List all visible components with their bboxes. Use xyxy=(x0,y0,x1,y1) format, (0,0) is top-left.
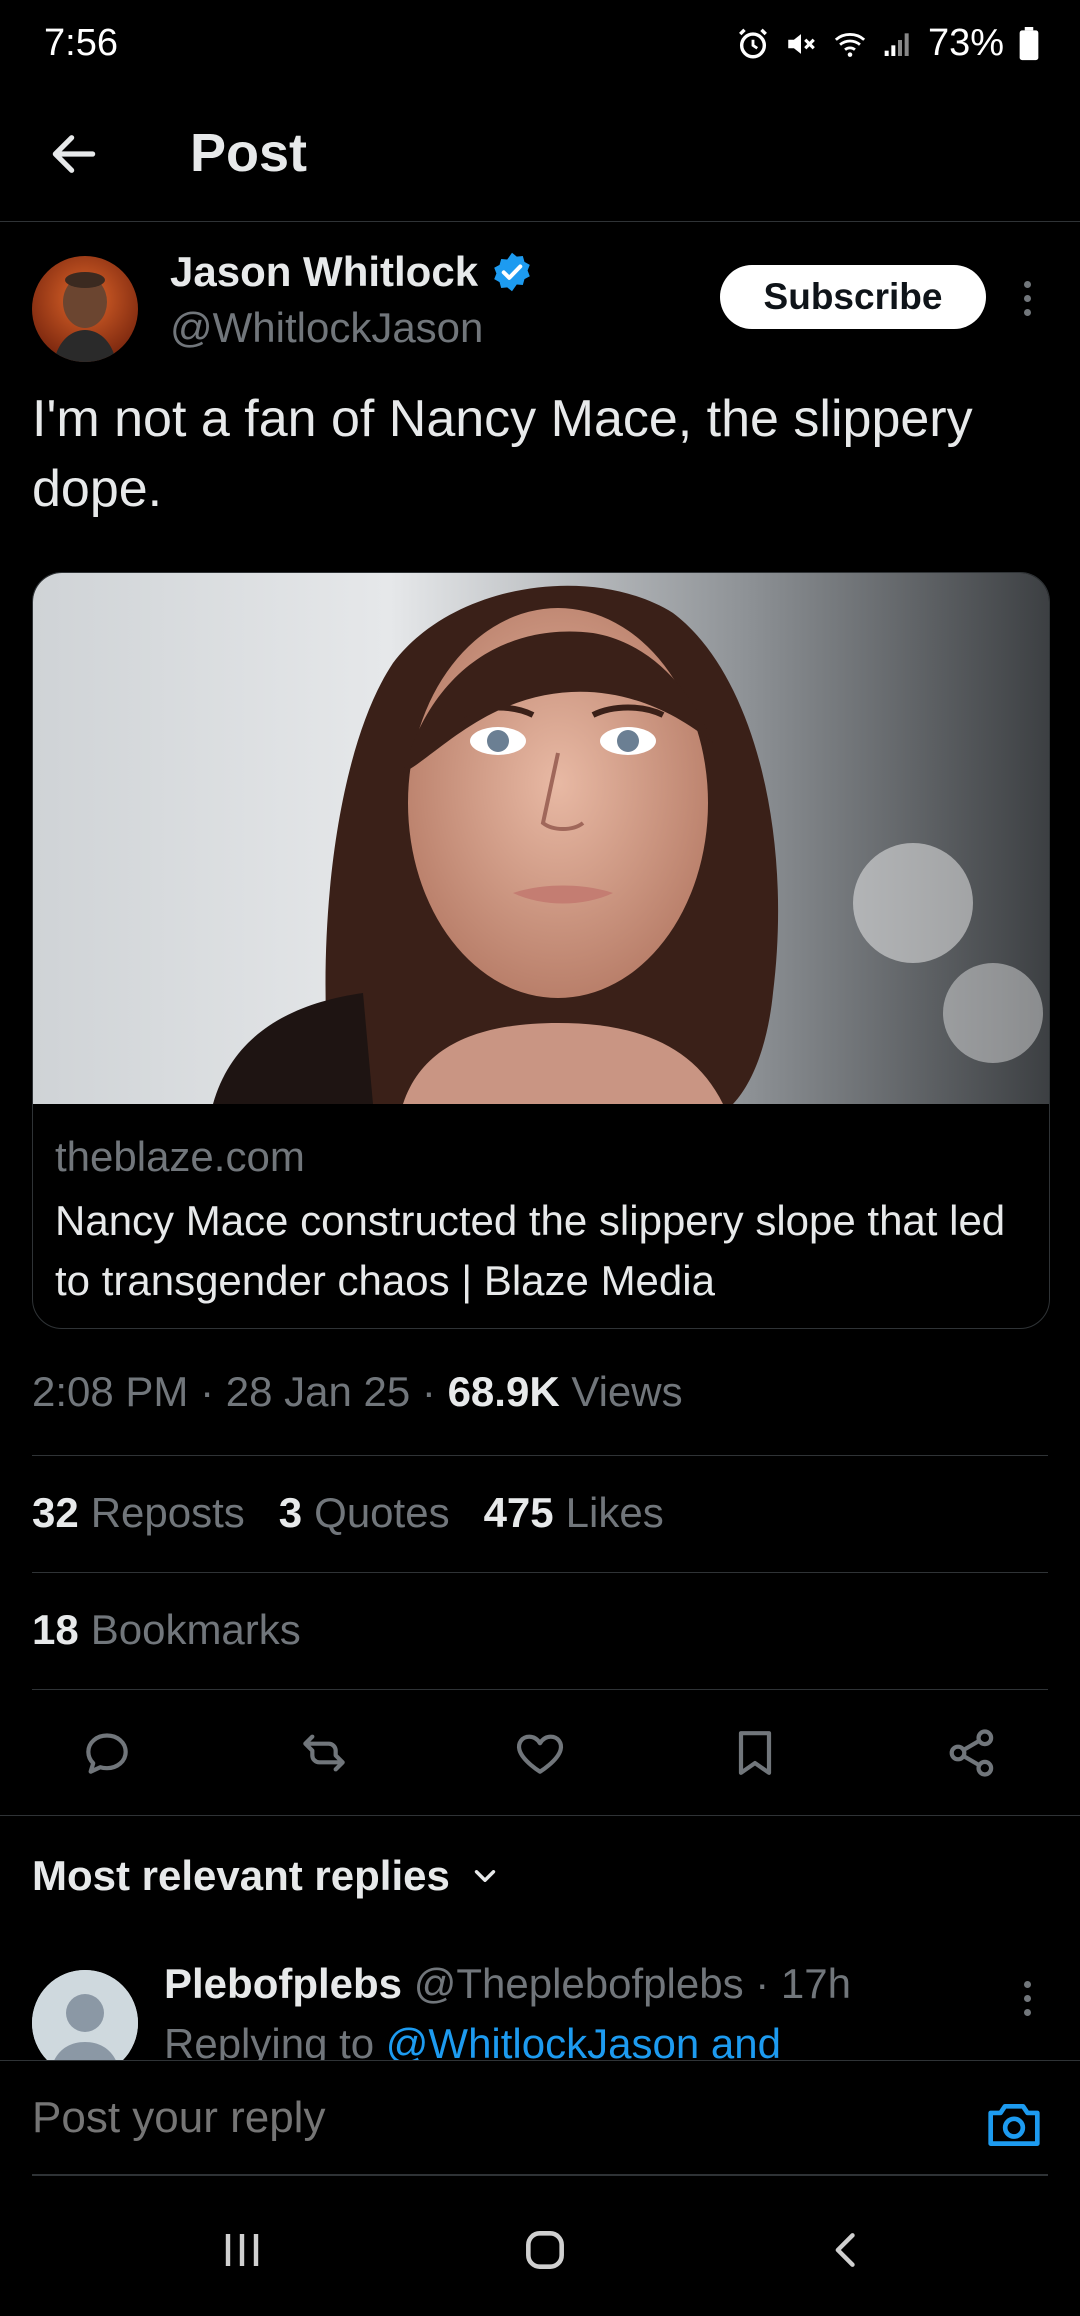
divider xyxy=(0,1815,1080,1816)
repost-icon xyxy=(303,1734,345,1772)
verified-badge-icon xyxy=(494,252,530,292)
subscribe-button[interactable]: Subscribe xyxy=(720,265,986,329)
arrow-left-icon xyxy=(52,135,96,173)
battery-icon xyxy=(1019,26,1039,60)
card-image xyxy=(33,573,1049,1104)
alarm-icon xyxy=(738,28,767,58)
mute-icon xyxy=(788,33,815,54)
like-button[interactable] xyxy=(507,1720,573,1786)
post-meta: 2:08 PM · 28 Jan 25 · 68.9K Views xyxy=(32,1368,683,1415)
wifi-icon xyxy=(834,32,866,57)
reply-composer xyxy=(0,2060,1080,2178)
views-count: 68.9K xyxy=(447,1368,560,1415)
reply-icon xyxy=(86,1733,128,1774)
home-icon xyxy=(526,2231,564,2269)
card-domain: theblaze.com xyxy=(55,1133,305,1180)
divider xyxy=(32,1572,1048,1573)
home-button[interactable] xyxy=(515,2220,575,2280)
more-dots-icon xyxy=(1023,280,1031,288)
action-bar xyxy=(0,1720,1080,1786)
views-label: Views xyxy=(571,1368,683,1415)
card-title: Nancy Mace constructed the slippery slop… xyxy=(55,1197,1006,1304)
recent-apps-button[interactable] xyxy=(212,2220,272,2280)
replying-to-line: Replying to @WhitlockJason and xyxy=(164,2020,781,2060)
author-avatar[interactable] xyxy=(32,256,138,362)
reply-author-handle[interactable]: @Theplebofplebs xyxy=(414,1960,744,2007)
more-options-button[interactable] xyxy=(1010,270,1044,326)
replies-sort-label: Most relevant replies xyxy=(32,1852,450,1899)
reply-input-underline xyxy=(32,2174,1048,2176)
post-text: I'm not a fan of Nancy Mace, the slipper… xyxy=(32,390,973,518)
replying-to-prefix: Replying to xyxy=(164,2020,375,2060)
post-date[interactable]: 28 Jan 25 xyxy=(226,1368,411,1415)
author-name-label: Jason Whitlock xyxy=(170,248,479,295)
repost-button[interactable] xyxy=(291,1720,357,1786)
battery-level: 73% xyxy=(927,22,1004,64)
camera-button[interactable] xyxy=(984,2097,1044,2151)
share-button[interactable] xyxy=(939,1720,1005,1786)
divider xyxy=(32,1455,1048,1456)
reply-item[interactable]: Plebofplebs @Theplebofplebs · 17h Replyi… xyxy=(0,1960,1080,2060)
reply-input[interactable] xyxy=(32,2093,607,2143)
status-icons: 73% xyxy=(736,22,1040,65)
reposts-stat[interactable]: 32 Reposts xyxy=(32,1489,245,1537)
heart-icon xyxy=(516,1734,564,1774)
post-header: Post xyxy=(0,92,1080,222)
back-nav-button[interactable] xyxy=(817,2220,877,2280)
chevron-down-icon xyxy=(474,1870,496,1882)
system-nav-bar xyxy=(0,2180,1080,2316)
more-dots-icon xyxy=(1023,1980,1031,1988)
reply-time: 17h xyxy=(780,1960,851,2007)
status-bar: 7:56 73% xyxy=(0,0,1080,92)
page-title: Post xyxy=(190,123,308,183)
reply-author-line: Plebofplebs @Theplebofplebs · 17h xyxy=(164,1960,851,2007)
author-handle[interactable]: @WhitlockJason xyxy=(170,304,483,352)
bookmark-icon xyxy=(738,1731,772,1775)
likes-stat[interactable]: 475 Likes xyxy=(484,1489,664,1537)
signal-icon xyxy=(884,32,909,56)
back-button[interactable] xyxy=(46,126,102,182)
reply-button[interactable] xyxy=(74,1720,140,1786)
post-time[interactable]: 2:08 PM xyxy=(32,1368,188,1415)
replies-sort-dropdown[interactable]: Most relevant replies xyxy=(32,1852,502,1900)
reply-more-options-button[interactable] xyxy=(1010,1970,1044,2026)
recents-icon xyxy=(225,2234,259,2266)
camera-icon xyxy=(988,2103,1040,2146)
share-icon xyxy=(949,1729,994,1777)
chevron-left-icon xyxy=(835,2233,855,2267)
reply-author-name[interactable]: Plebofplebs xyxy=(164,1960,402,2007)
link-preview-card[interactable]: theblaze.com Nancy Mace constructed the … xyxy=(32,572,1050,1329)
bookmark-button[interactable] xyxy=(722,1720,788,1786)
replying-to-link[interactable]: @WhitlockJason and xyxy=(386,2020,781,2060)
reply-avatar[interactable] xyxy=(32,1970,138,2060)
divider xyxy=(32,1689,1048,1690)
bookmarks-stat[interactable]: 18 Bookmarks xyxy=(32,1606,301,1654)
engagement-stats: 32 Reposts 3 Quotes 475 Likes xyxy=(32,1489,664,1537)
quotes-stat[interactable]: 3 Quotes xyxy=(279,1489,450,1537)
status-time: 7:56 xyxy=(44,22,118,64)
author-name[interactable]: Jason Whitlock xyxy=(170,248,534,296)
